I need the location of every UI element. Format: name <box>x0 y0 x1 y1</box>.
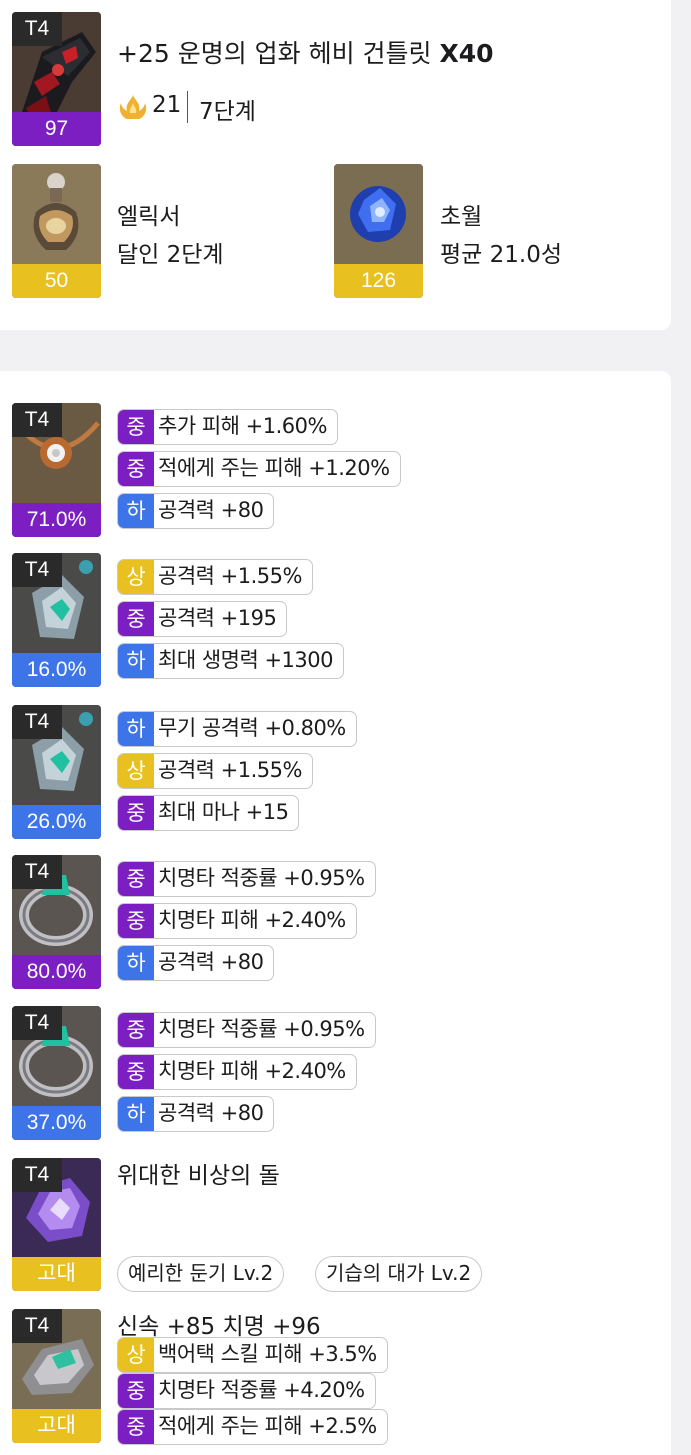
elixir-label: 엘릭서 <box>117 204 181 230</box>
transcend-value: 평균 21.0성 <box>440 242 563 268</box>
quality-badge: 71.0% <box>12 503 101 537</box>
option-text: 무기 공격력 +0.80% <box>158 716 346 740</box>
option-text: 공격력 +195 <box>158 606 277 630</box>
option-chip: 중 치명타 적중률 +0.95% <box>117 861 376 897</box>
option-text: 치명타 적중률 +0.95% <box>158 866 365 890</box>
option-text: 적에게 주는 피해 +1.20% <box>158 456 390 480</box>
grade-label: 상 <box>118 560 154 594</box>
option-text: 치명타 피해 +2.40% <box>158 1059 346 1083</box>
option-chip: 중 치명타 피해 +2.40% <box>117 1054 357 1090</box>
grade-label: 하 <box>118 1097 154 1131</box>
grade-label: 하 <box>118 946 154 980</box>
option-chip: 중 공격력 +195 <box>117 601 288 637</box>
grade-badge: 고대 <box>12 1257 101 1291</box>
grade-label: 상 <box>118 754 154 788</box>
option-chip: 하 최대 생명력 +1300 <box>117 643 344 679</box>
elixir-value: 달인 2단계 <box>117 242 224 268</box>
elixir-flask-icon <box>12 164 101 264</box>
transcend-label: 초월 <box>440 204 483 230</box>
quality-badge: 37.0% <box>12 1106 101 1140</box>
grade-label: 중 <box>118 1374 154 1408</box>
accessory-slot[interactable]: T4 37.0% <box>12 1006 101 1140</box>
grade-label: 하 <box>118 712 154 746</box>
grade-label: 중 <box>118 602 154 636</box>
grade-label: 하 <box>118 494 154 528</box>
grade-label: 중 <box>118 796 154 830</box>
accessory-slot[interactable]: T4 80.0% <box>12 855 101 989</box>
tier-badge: T4 <box>12 12 62 46</box>
grade-label: 중 <box>118 862 154 896</box>
option-chip: 중 적에게 주는 피해 +1.20% <box>117 451 401 487</box>
accessory-slot[interactable]: T4 16.0% <box>12 553 101 687</box>
quality-badge: 97 <box>12 112 101 146</box>
bracelet-stats: 신속 +85 치명 +96 <box>117 1314 321 1340</box>
grade-label: 중 <box>118 1055 154 1089</box>
option-text: 공격력 +1.55% <box>158 758 302 782</box>
weapon-name: +25 운명의 업화 헤비 건틀릿 X40 <box>117 39 494 68</box>
accessory-slot[interactable]: T4 26.0% <box>12 705 101 839</box>
option-text: 공격력 +1.55% <box>158 564 302 588</box>
count-badge: 50 <box>12 264 101 298</box>
divider <box>187 91 188 123</box>
grade-label: 중 <box>118 1410 154 1444</box>
tier-badge: T4 <box>12 705 62 739</box>
grade-label: 중 <box>118 410 154 444</box>
accessory-slot[interactable]: T4 71.0% <box>12 403 101 537</box>
count-badge: 126 <box>334 264 423 298</box>
option-chip: 중 치명타 피해 +2.40% <box>117 903 357 939</box>
option-chip: 하 공격력 +80 <box>117 945 275 981</box>
tier-badge: T4 <box>12 1006 62 1040</box>
option-chip: 상 공격력 +1.55% <box>117 559 313 595</box>
grade-label: 하 <box>118 644 154 678</box>
engraving-pill: 기습의 대가 Lv.2 <box>315 1256 483 1292</box>
stone-slot[interactable]: T4 고대 <box>12 1158 101 1291</box>
weapon-stage: 7단계 <box>199 99 256 125</box>
tier-badge: T4 <box>12 855 62 889</box>
quality-badge: 26.0% <box>12 805 101 839</box>
option-text: 공격력 +80 <box>158 950 264 974</box>
option-chip: 하 공격력 +80 <box>117 493 275 529</box>
grade-label: 중 <box>118 1013 154 1047</box>
grade-label: 중 <box>118 452 154 486</box>
option-chip: 중 치명타 적중률 +0.95% <box>117 1012 376 1048</box>
option-text: 치명타 피해 +2.40% <box>158 908 346 932</box>
stone-name: 위대한 비상의 돌 <box>117 1163 280 1189</box>
option-text: 치명타 적중률 +0.95% <box>158 1017 365 1041</box>
option-text: 공격력 +80 <box>158 1101 264 1125</box>
quality-badge: 16.0% <box>12 653 101 687</box>
weapon-slot[interactable]: T4 97 <box>12 12 101 146</box>
advance-level: 21 <box>152 92 182 118</box>
quality-badge: 80.0% <box>12 955 101 989</box>
transcend-orb-icon <box>334 164 423 264</box>
engraving-pill: 예리한 둔기 Lv.2 <box>117 1256 285 1292</box>
option-text: 공격력 +80 <box>158 498 264 522</box>
tier-badge: T4 <box>12 553 62 587</box>
option-text: 최대 생명력 +1300 <box>158 648 334 672</box>
transcend-slot[interactable]: 126 <box>334 164 423 298</box>
tier-badge: T4 <box>12 1158 62 1192</box>
grade-label: 중 <box>118 904 154 938</box>
option-text: 추가 피해 +1.60% <box>158 414 327 438</box>
bracelet-slot[interactable]: T4 고대 <box>12 1309 101 1443</box>
option-text: 백어택 스킬 피해 +3.5% <box>158 1342 377 1366</box>
option-chip: 상 백어택 스킬 피해 +3.5% <box>117 1337 388 1373</box>
option-text: 치명타 적중률 +4.20% <box>158 1378 365 1402</box>
advance-flame-icon <box>119 95 147 119</box>
option-chip: 상 공격력 +1.55% <box>117 753 313 789</box>
option-text: 적에게 주는 피해 +2.5% <box>158 1414 377 1438</box>
option-chip: 중 적에게 주는 피해 +2.5% <box>117 1409 388 1445</box>
option-chip: 하 무기 공격력 +0.80% <box>117 711 357 747</box>
option-chip: 중 추가 피해 +1.60% <box>117 409 338 445</box>
grade-badge: 고대 <box>12 1409 101 1443</box>
option-chip: 중 최대 마나 +15 <box>117 795 300 831</box>
option-chip: 중 치명타 적중률 +4.20% <box>117 1373 376 1409</box>
option-chip: 하 공격력 +80 <box>117 1096 275 1132</box>
elixir-slot[interactable]: 50 <box>12 164 101 298</box>
tier-badge: T4 <box>12 403 62 437</box>
option-text: 최대 마나 +15 <box>158 800 289 824</box>
grade-label: 상 <box>118 1338 154 1372</box>
tier-badge: T4 <box>12 1309 62 1343</box>
